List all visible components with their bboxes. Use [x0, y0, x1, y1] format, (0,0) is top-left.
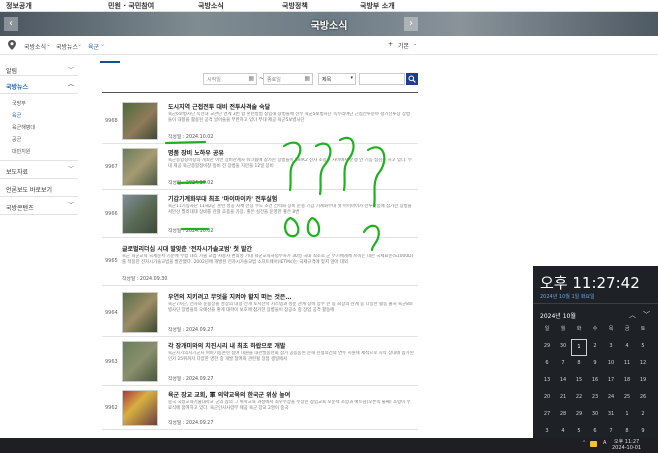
notification-badge-icon[interactable]	[590, 441, 597, 447]
calendar-day[interactable]: 18	[619, 373, 635, 390]
calendar-day[interactable]: 14	[555, 373, 571, 390]
calendar-day[interactable]: 8	[571, 356, 587, 373]
chevron-up-icon[interactable]: ⌃	[582, 440, 586, 446]
calendar-day[interactable]: 9	[587, 356, 603, 373]
calendar-day[interactable]: 5	[635, 339, 651, 356]
divider	[533, 303, 658, 304]
calendar-day[interactable]: 21	[555, 390, 571, 407]
clock-date[interactable]: 2024년 10월 1일 화요일	[540, 293, 595, 300]
calendar-week-row: 27 28 29 30 31 1 2	[539, 407, 652, 424]
calendar-day[interactable]: 25	[619, 390, 635, 407]
ime-indicator[interactable]: A	[603, 440, 606, 446]
calendar-day[interactable]: 1	[571, 339, 587, 356]
calendar-day[interactable]: 24	[603, 390, 619, 407]
chevron-up-icon[interactable]: ︿	[629, 310, 636, 320]
calendar-day[interactable]: 30	[587, 407, 603, 424]
calendar-weekday: 화	[576, 326, 582, 332]
calendar-day[interactable]: 23	[587, 390, 603, 407]
taskbar-date[interactable]: 2024-10-01	[612, 445, 641, 451]
calendar-day[interactable]: 10	[603, 356, 619, 373]
calendar-week-row: 6 7 8 9 10 11 12	[539, 356, 652, 373]
clock-time: 오후 11:27:42	[540, 274, 640, 292]
calendar-day[interactable]: 11	[619, 356, 635, 373]
calendar-weekday: 일	[544, 326, 550, 332]
calendar-day[interactable]: 26	[635, 390, 651, 407]
calendar-day[interactable]: 20	[539, 390, 555, 407]
calendar-day[interactable]: 1	[619, 407, 635, 424]
calendar-weekday: 목	[608, 326, 614, 332]
calendar-day[interactable]: 17	[603, 373, 619, 390]
calendar-day[interactable]: 30	[555, 339, 571, 356]
calendar-week-row: 20 21 22 23 24 25 26	[539, 390, 652, 407]
calendar-month[interactable]: 2024년 10월	[540, 311, 576, 320]
calendar-day[interactable]: 7	[555, 356, 571, 373]
calendar-weekday: 토	[640, 326, 646, 332]
calendar-day[interactable]: 29	[539, 339, 555, 356]
calendar-weekday: 월	[560, 326, 566, 332]
taskbar: ⌃ A 오후 11:27 2024-10-01	[0, 438, 658, 453]
calendar-day[interactable]: 2	[635, 407, 651, 424]
chevron-down-icon[interactable]: ﹀	[643, 310, 650, 320]
calendar-day[interactable]: 13	[539, 373, 555, 390]
calendar-day[interactable]: 22	[571, 390, 587, 407]
calendar-day[interactable]: 3	[603, 339, 619, 356]
calendar-day[interactable]: 12	[635, 356, 651, 373]
calendar-day[interactable]: 4	[619, 339, 635, 356]
calendar-day[interactable]: 31	[603, 407, 619, 424]
calendar-weekday: 금	[624, 326, 630, 332]
taskbar-time[interactable]: 오후 11:27	[614, 438, 639, 445]
calendar-day[interactable]: 6	[539, 356, 555, 373]
calendar-day[interactable]: 16	[587, 373, 603, 390]
calendar-week-row: 13 14 15 16 17 18 19	[539, 373, 652, 390]
calendar-week-row: 29 30 1 2 3 4 5	[539, 339, 652, 356]
calendar-weekday: 수	[592, 326, 598, 332]
clock-calendar-flyout: 오후 11:27:42 2024년 10월 1일 화요일 2024년 10월 ︿…	[533, 266, 658, 438]
calendar-day[interactable]: 28	[555, 407, 571, 424]
calendar-day[interactable]: 27	[539, 407, 555, 424]
calendar-weekday-row: 일월화수목금토	[539, 322, 652, 339]
calendar-day[interactable]: 29	[571, 407, 587, 424]
calendar-grid: 일 월 화 수 목 금 토 29 30 1 2 3 4 5 6 7 8 9 10 11 12 13 14 15 16 17 18 19…	[539, 322, 652, 441]
calendar-day[interactable]: 19	[635, 373, 651, 390]
calendar-day[interactable]: 15	[571, 373, 587, 390]
calendar-day[interactable]: 2	[587, 339, 603, 356]
